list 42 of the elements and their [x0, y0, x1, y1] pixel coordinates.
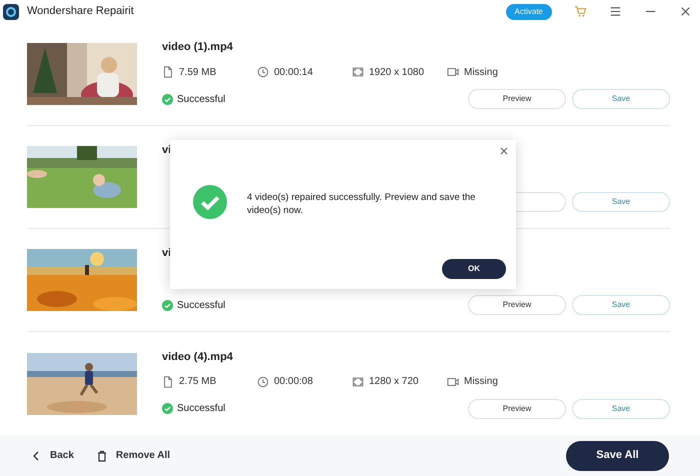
- meta-text: 00:00:08: [274, 375, 313, 390]
- save-button[interactable]: Save: [572, 295, 670, 316]
- remove-all-button[interactable]: Remove All: [96, 448, 170, 464]
- resolution-icon: [352, 376, 364, 388]
- preview-button[interactable]: Preview: [468, 295, 566, 316]
- video-camera-icon: [447, 66, 459, 78]
- save-all-button[interactable]: Save All: [566, 440, 669, 471]
- video-camera-icon: [447, 376, 459, 388]
- meta-text: Missing: [464, 66, 498, 80]
- preview-button[interactable]: Preview: [468, 89, 566, 110]
- meta-text: 00:00:14: [274, 66, 313, 80]
- check-circle-icon: [162, 94, 173, 105]
- check-circle-icon: [162, 300, 173, 311]
- meta-text: 1920 x 1080: [369, 66, 424, 80]
- file-name: video (4).mp4: [162, 350, 234, 365]
- save-button[interactable]: Save: [572, 89, 670, 110]
- status-text: Successful: [177, 298, 226, 313]
- menu-icon[interactable]: [609, 5, 622, 18]
- app-logo-icon: [3, 4, 19, 20]
- status-text: Successful: [177, 402, 226, 416]
- save-button[interactable]: Save: [572, 192, 670, 212]
- check-circle-icon: [162, 403, 173, 414]
- file-icon: [162, 376, 174, 388]
- close-icon[interactable]: [679, 5, 692, 18]
- ok-button[interactable]: OK: [442, 259, 506, 279]
- save-button[interactable]: Save: [572, 398, 670, 419]
- window-title: Wondershare Repairit: [27, 4, 134, 20]
- meta-text: Missing: [464, 375, 498, 390]
- file-name: video (1).mp4: [162, 40, 234, 56]
- clock-icon: [257, 376, 269, 388]
- meta-text: 7.59 MB: [179, 66, 216, 80]
- status-text: Successful: [177, 92, 226, 107]
- meta-text: 2.75 MB: [179, 375, 216, 390]
- resolution-icon: [352, 66, 364, 78]
- trash-icon: [96, 450, 108, 462]
- check-circle-icon: [193, 185, 227, 219]
- file-icon: [162, 66, 174, 78]
- meta-text: 1280 x 720: [369, 375, 418, 390]
- preview-button[interactable]: Preview: [468, 398, 566, 419]
- dialog-message: 4 video(s) repaired successfully. Preview and save the video(s) now.: [247, 191, 476, 218]
- clock-icon: [257, 66, 269, 78]
- back-button[interactable]: Back: [30, 448, 74, 464]
